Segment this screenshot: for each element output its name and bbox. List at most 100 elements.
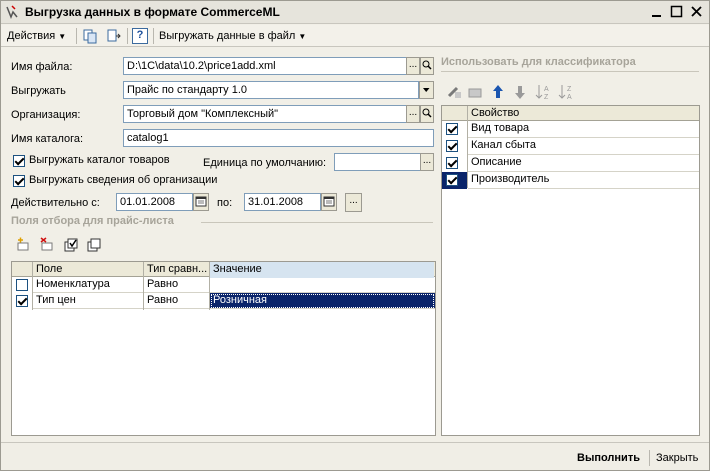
search-icon <box>422 108 432 118</box>
close-icon <box>691 6 702 17</box>
maximize-button[interactable] <box>669 4 685 20</box>
actions-menu[interactable]: Действия ▼ <box>7 28 66 44</box>
open-file-button[interactable] <box>420 57 434 75</box>
classifier-table-header: Свойство <box>442 106 699 121</box>
classifier-table: Свойство Вид товара Канал сбыта Описание… <box>441 105 700 436</box>
row-compare: Равно <box>144 293 209 309</box>
list-item[interactable]: Канал сбыта <box>442 138 699 155</box>
export-catalog-label: Выгружать каталог товаров <box>29 154 170 166</box>
delete-filter-button[interactable] <box>39 237 55 256</box>
svg-text:A: A <box>567 94 572 101</box>
sort-ascending-icon: AZ <box>535 85 549 101</box>
add-filter-button[interactable] <box>15 237 31 256</box>
button-separator <box>649 450 650 466</box>
export-dialog: Выгрузка данных в формате CommerceML Дей… <box>0 0 710 471</box>
move-button[interactable] <box>105 28 121 44</box>
list-item[interactable]: Вид товара <box>442 121 699 138</box>
export-type-select[interactable]: Прайс по стандарту 1.0 <box>123 81 419 99</box>
select-period-button[interactable]: ... <box>345 193 362 212</box>
edit-property-button[interactable] <box>447 84 463 103</box>
list-item[interactable]: Описание <box>442 155 699 172</box>
chevron-down-icon: ▼ <box>298 32 307 41</box>
export-mode-menu[interactable]: Выгружать данные в файл ▼ <box>159 28 306 44</box>
close-button[interactable]: Закрыть <box>656 450 698 466</box>
check-all-button[interactable] <box>63 237 79 256</box>
column-header-property: Свойство <box>471 107 520 119</box>
export-org-info-label: Выгружать сведения об организации <box>29 174 218 186</box>
property-label: Производитель <box>468 172 699 189</box>
property-label: Канал сбыта <box>468 138 699 155</box>
minimize-button[interactable] <box>649 4 665 20</box>
delete-property-button[interactable] <box>467 84 483 103</box>
browse-file-button[interactable]: ... <box>406 57 420 75</box>
select-unit-button[interactable]: ... <box>420 153 434 171</box>
toolbar-separator <box>127 28 128 44</box>
valid-from-label: Действительно с: <box>11 197 100 209</box>
property-label: Описание <box>468 155 699 172</box>
valid-from-input[interactable]: 01.01.2008 <box>116 193 193 211</box>
sort-ascending-button[interactable]: AZ <box>535 83 553 104</box>
row-value[interactable] <box>210 277 435 293</box>
row-compare: Равно <box>144 277 209 293</box>
list-item[interactable]: Производитель <box>442 172 699 189</box>
svg-text:A: A <box>544 86 549 93</box>
property-checkbox[interactable] <box>446 140 458 152</box>
sort-descending-button[interactable]: ZA <box>558 83 576 104</box>
catalog-name-input[interactable]: catalog1 <box>123 129 434 147</box>
actions-label: Действия <box>7 30 56 42</box>
catalog-name-label: Имя каталога: <box>11 133 84 145</box>
run-button[interactable]: Выполнить <box>577 450 640 466</box>
title-bar: Выгрузка данных в формате CommerceML <box>1 1 709 24</box>
valid-to-input[interactable]: 31.01.2008 <box>244 193 321 211</box>
table-row[interactable]: Тип цен Равно Розничная <box>12 293 435 310</box>
sort-descending-icon: ZA <box>558 85 572 101</box>
property-checkbox[interactable] <box>446 174 458 186</box>
row-checkbox[interactable] <box>16 295 28 307</box>
select-organization-button[interactable]: ... <box>406 105 420 123</box>
export-catalog-checkbox[interactable] <box>13 155 25 167</box>
move-up-button[interactable] <box>490 83 506 104</box>
default-unit-input[interactable] <box>334 153 421 171</box>
section-divider <box>441 71 699 72</box>
search-icon <box>422 60 432 70</box>
minimize-icon <box>652 15 661 17</box>
row-field: Тип цен <box>33 293 143 309</box>
valid-from-calendar-button[interactable] <box>193 193 209 211</box>
close-window-button[interactable] <box>689 4 705 20</box>
organization-input[interactable]: Торговый дом "Комплексный" <box>123 105 407 123</box>
add-row-icon <box>17 237 29 251</box>
table-row[interactable]: Номенклатура Равно <box>12 277 435 293</box>
delete-row-icon <box>468 88 482 98</box>
move-icon <box>107 29 121 42</box>
column-header-compare: Тип сравн... <box>147 263 208 275</box>
filter-table-header: Поле Тип сравн... Значение <box>12 262 435 278</box>
edit-icon <box>447 86 461 98</box>
copy-button[interactable] <box>82 28 98 44</box>
section-divider <box>201 222 433 223</box>
column-header-value: Значение <box>210 262 434 278</box>
file-name-input[interactable]: D:\1C\data\10.2\price1add.xml <box>123 57 407 75</box>
move-down-button[interactable] <box>512 83 528 104</box>
property-checkbox[interactable] <box>446 157 458 169</box>
row-value-selected[interactable]: Розничная <box>210 293 435 309</box>
property-checkbox[interactable] <box>446 123 458 135</box>
svg-text:Z: Z <box>544 94 549 101</box>
export-type-dropdown-button[interactable] <box>419 81 434 99</box>
default-unit-label: Единица по умолчанию: <box>203 157 327 169</box>
row-checkbox[interactable] <box>16 279 28 291</box>
open-organization-button[interactable] <box>420 105 434 123</box>
export-org-info-checkbox[interactable] <box>13 175 25 187</box>
toolbar-separator <box>153 28 154 44</box>
calendar-icon <box>195 196 207 207</box>
property-label: Вид товара <box>468 121 699 138</box>
uncheck-all-button[interactable] <box>86 237 102 256</box>
filter-section-title: Поля отбора для прайс-листа <box>11 215 174 227</box>
valid-to-label: по: <box>217 197 233 209</box>
chevron-down-icon: ▼ <box>58 32 67 41</box>
export-type-label: Выгружать <box>11 85 66 97</box>
column-header-field: Поле <box>36 263 63 275</box>
help-button[interactable]: ? <box>132 28 148 44</box>
app-icon <box>6 5 18 19</box>
valid-to-calendar-button[interactable] <box>321 193 337 211</box>
classifier-section-title: Использовать для классификатора <box>441 56 636 68</box>
